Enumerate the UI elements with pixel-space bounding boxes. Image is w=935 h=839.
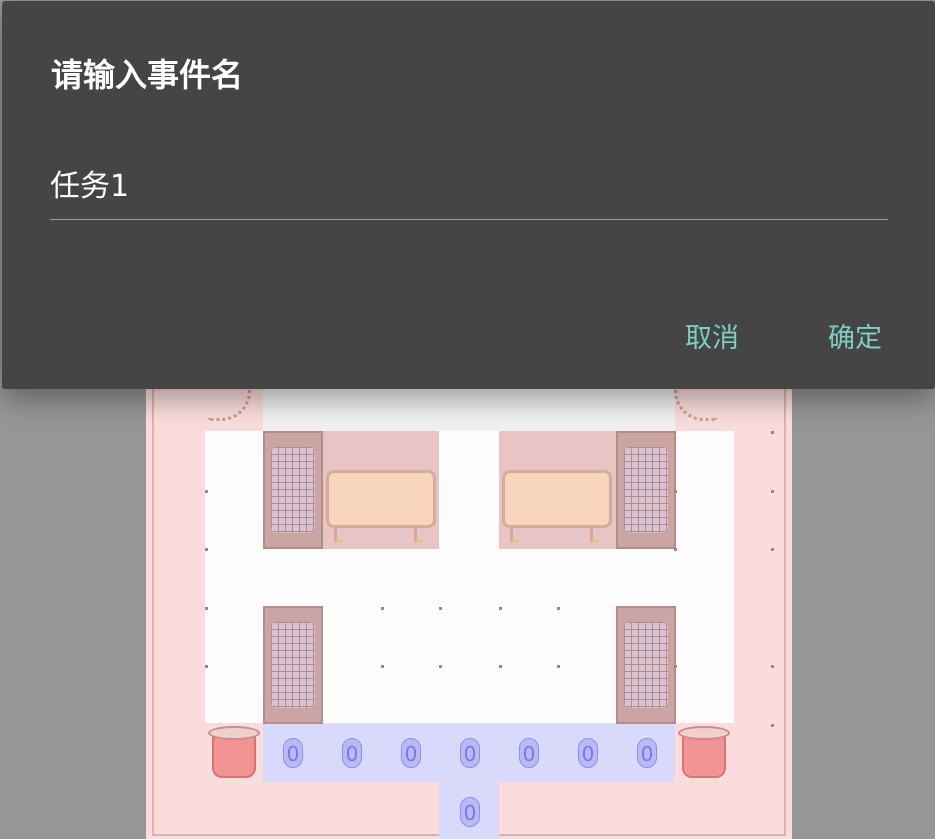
grid-dot: [771, 665, 774, 668]
grid-dot: [439, 665, 442, 668]
table-left-leg: [334, 528, 343, 543]
input-underline: [50, 219, 888, 220]
event-name-input[interactable]: [50, 158, 888, 208]
cancel-button[interactable]: 取消: [685, 315, 745, 363]
event-name-dialog: 请输入事件名 取消 确定: [2, 1, 935, 389]
game-map: 0 0 0 0 0 0 0 0: [146, 372, 792, 839]
counter-tile: 0: [342, 738, 362, 768]
grid-dot: [771, 724, 774, 727]
bookshelf-top-right: [616, 431, 676, 549]
table-right-leg: [590, 528, 599, 543]
counter-tile: 0: [460, 797, 480, 827]
grid-dot: [439, 607, 442, 610]
counter-tile: 0: [578, 738, 598, 768]
grid-dot: [381, 665, 384, 668]
table-left: [326, 470, 436, 528]
table-right-leg: [510, 528, 519, 543]
bookshelf-bottom-left: [263, 606, 323, 724]
counter-tile: 0: [637, 738, 657, 768]
bucket-left: [206, 724, 262, 782]
grid-dot: [674, 548, 677, 551]
bookshelf-bottom-right: [616, 606, 676, 724]
grid-dot: [674, 665, 677, 668]
bookshelf-top-left: [263, 431, 323, 549]
grid-dot: [499, 665, 502, 668]
confirm-button[interactable]: 确定: [828, 315, 888, 363]
counter-tile: 0: [460, 738, 480, 768]
grid-dot: [499, 607, 502, 610]
grid-dot: [771, 490, 774, 493]
grid-dot: [674, 490, 677, 493]
counter-tile: 0: [519, 738, 539, 768]
bucket-right: [676, 724, 732, 782]
grid-dot: [205, 548, 208, 551]
grid-dot: [771, 431, 774, 434]
grid-dot: [557, 607, 560, 610]
grid-dot: [381, 607, 384, 610]
grid-dot: [205, 665, 208, 668]
table-right: [502, 470, 612, 528]
counter-tile: 0: [401, 738, 421, 768]
table-left-leg: [414, 528, 423, 543]
grid-dot: [771, 548, 774, 551]
grid-dot: [205, 490, 208, 493]
counter-tile: 0: [283, 738, 303, 768]
grid-dot: [205, 607, 208, 610]
grid-dot: [557, 665, 560, 668]
dialog-title: 请输入事件名: [51, 56, 244, 94]
